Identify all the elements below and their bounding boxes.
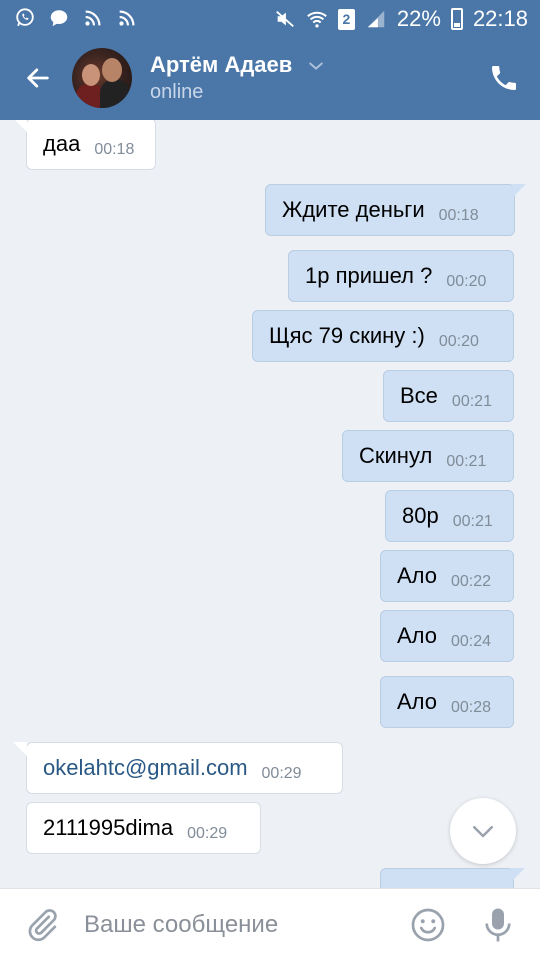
message-time: 00:22 xyxy=(451,573,492,590)
battery-percent: 22% xyxy=(396,6,441,31)
phone-icon[interactable] xyxy=(488,62,520,94)
message-time: 00:20 xyxy=(446,273,487,290)
message-outgoing[interactable]: 80р 00:21 xyxy=(385,490,514,542)
message-outgoing[interactable]: Ало 00:22 xyxy=(380,550,514,602)
message-input[interactable] xyxy=(84,905,374,945)
whatsapp-icon xyxy=(14,7,36,29)
message-time: 00:29 xyxy=(261,765,302,782)
wifi-icon xyxy=(306,8,328,30)
chat-icon xyxy=(48,7,70,29)
sim-icon: 2 xyxy=(337,8,355,30)
paperclip-icon[interactable] xyxy=(24,907,60,943)
back-button[interactable] xyxy=(20,60,56,96)
clock: 22:18 xyxy=(472,6,528,31)
message-text: Ало xyxy=(397,689,437,714)
message-outgoing[interactable]: Все 00:21 xyxy=(383,370,514,422)
message-time: 00:18 xyxy=(94,141,135,158)
message-outgoing[interactable]: Щяс 79 скину :) 00:20 xyxy=(252,310,514,362)
emoji-icon[interactable] xyxy=(410,907,446,943)
message-time: 00:29 xyxy=(187,825,228,842)
message-list[interactable]: даа 00:18 Ждите деньги 00:18 1р пришел ?… xyxy=(0,120,540,888)
message-time: 00:24 xyxy=(451,633,492,650)
message-outgoing[interactable]: Ало 00:24 xyxy=(380,610,514,662)
message-text: 80р xyxy=(402,503,439,528)
message-time: 00:18 xyxy=(438,207,479,224)
message-text: Ало xyxy=(397,563,437,588)
status-bar: 2 22% 22:18 xyxy=(0,0,540,38)
message-outgoing[interactable]: 1р пришел ? 00:20 xyxy=(288,250,514,302)
message-text: даа xyxy=(43,131,81,156)
email-link[interactable]: okelahtc@gmail.com xyxy=(43,755,248,781)
scroll-to-bottom-button[interactable] xyxy=(450,798,516,864)
message-time: 00:21 xyxy=(446,453,487,470)
signal-icon xyxy=(365,8,387,30)
chevron-down-icon xyxy=(473,826,493,838)
rss-icon xyxy=(116,7,138,29)
message-text: 1р пришел ? xyxy=(305,263,433,288)
composer xyxy=(0,888,540,960)
message-incoming[interactable]: 2111995dima 00:29 xyxy=(26,802,261,854)
message-time: 00:21 xyxy=(451,393,492,410)
rss-icon xyxy=(82,7,104,29)
avatar[interactable] xyxy=(72,48,132,108)
message-outgoing[interactable]: Ждите деньги 00:18 xyxy=(265,184,526,236)
message-text: Щяс 79 скину :) xyxy=(269,323,425,348)
message-time: 00:28 xyxy=(451,699,492,716)
message-text: 2111995dima xyxy=(43,815,174,840)
message-time: 00:21 xyxy=(452,513,493,530)
back-arrow-icon xyxy=(27,68,49,88)
chat-header: Артём Адаев online xyxy=(0,38,540,120)
message-text: Все xyxy=(400,383,438,408)
microphone-icon[interactable] xyxy=(480,905,516,945)
mute-icon xyxy=(274,8,296,30)
battery-icon xyxy=(450,8,463,30)
message-incoming[interactable]: даа 00:18 xyxy=(13,120,156,170)
message-text: Ало xyxy=(397,623,437,648)
message-outgoing[interactable]: Скинул 00:21 xyxy=(342,430,514,482)
message-time: 00:20 xyxy=(438,333,479,350)
chevron-down-icon[interactable] xyxy=(306,56,326,76)
message-outgoing[interactable]: Ало 00:28 xyxy=(380,676,514,728)
message-text: Ждите деньги xyxy=(282,197,425,222)
message-incoming[interactable]: okelahtc@gmail.com 00:29 xyxy=(13,742,343,794)
message-outgoing-partial[interactable] xyxy=(380,868,525,888)
message-text: Скинул xyxy=(359,443,433,468)
contact-status: online xyxy=(150,81,204,103)
contact-name[interactable]: Артём Адаев xyxy=(150,52,292,78)
